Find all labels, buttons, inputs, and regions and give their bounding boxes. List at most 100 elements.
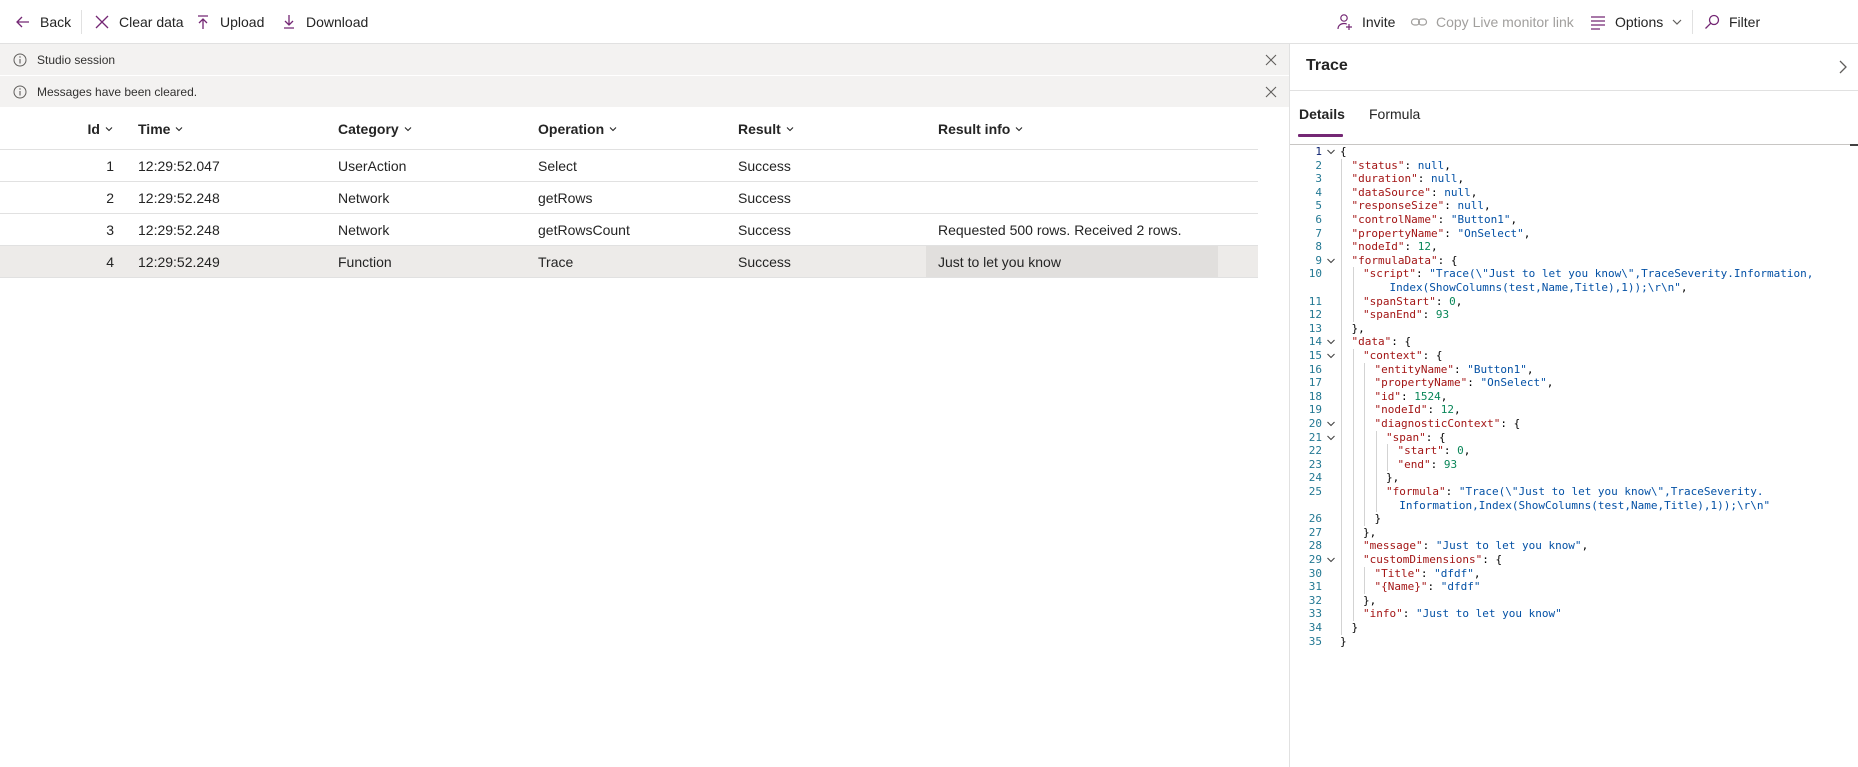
line-number: 26 — [1308, 512, 1322, 526]
download-button[interactable]: Download — [280, 0, 368, 44]
indent-guide — [1352, 349, 1354, 363]
column-header-time[interactable]: Time — [138, 108, 298, 150]
tab-formula[interactable]: Formula — [1369, 106, 1420, 136]
indent-guide — [1341, 553, 1342, 567]
upload-label: Upload — [220, 14, 265, 30]
indent-guide — [1352, 417, 1354, 431]
code-line: 28 "message": "Just to let you know", — [1290, 539, 1858, 553]
indent-guide — [1352, 593, 1354, 608]
line-number: 10 — [1308, 267, 1322, 281]
code-text: "Title": "dfdf", — [1374, 566, 1481, 580]
column-header-category[interactable]: Category — [338, 108, 498, 150]
code-text: "nodeId": 12, — [1351, 240, 1438, 254]
code-scroll-indicator — [1850, 144, 1858, 146]
code-text: "end": 93 — [1397, 457, 1458, 471]
code-text: "status": null, — [1351, 158, 1451, 172]
table-row[interactable]: 3 12:29:52.248 Network getRowsCount Succ… — [0, 214, 1258, 246]
indent-guide — [1364, 362, 1365, 377]
code-text: "propertyName": "OnSelect", — [1374, 376, 1554, 390]
indent-guide — [1341, 593, 1342, 608]
cell-operation: Select — [538, 157, 577, 174]
indent-guide — [1352, 444, 1354, 458]
code-line: Index(ShowColumns(test,Name,Title),1));\… — [1290, 281, 1858, 295]
code-text: "start": 0, — [1397, 444, 1471, 458]
filter-button[interactable]: Filter — [1703, 0, 1760, 44]
indent-guide — [1341, 457, 1342, 472]
code-text: "script": "Trace(\"Just to let you know\… — [1363, 267, 1814, 281]
fold-chevron-icon[interactable] — [1326, 256, 1336, 266]
table-row[interactable]: 1 12:29:52.047 UserAction Select Success — [0, 150, 1258, 182]
json-code-viewer[interactable]: 1{2 "status": null, 3 "duration": null, 4 "da… — [1290, 144, 1858, 767]
toolbar-divider — [1692, 10, 1693, 34]
indent-guide — [1341, 621, 1342, 635]
indent-guide — [1352, 498, 1354, 513]
fold-chevron-icon[interactable] — [1326, 351, 1336, 361]
code-line: 11 "spanStart": 0, — [1290, 294, 1858, 309]
fold-chevron-icon[interactable] — [1326, 337, 1336, 347]
indent-guide — [1341, 158, 1342, 173]
table-row-selected[interactable]: 4 12:29:52.249 Function Trace Success Ju… — [0, 246, 1258, 278]
indent-guide — [1341, 308, 1342, 322]
code-text: "entityName": "Button1", — [1374, 362, 1534, 376]
search-icon — [1703, 13, 1721, 31]
indent-guide — [1352, 376, 1354, 390]
chevron-down-icon — [1014, 124, 1024, 134]
indent-guide — [1341, 267, 1342, 281]
indent-guide — [1341, 403, 1342, 417]
column-header-operation[interactable]: Operation — [538, 108, 698, 150]
close-icon[interactable] — [1264, 53, 1278, 67]
info-icon — [13, 85, 27, 99]
cell-result: Success — [738, 253, 791, 270]
cell-category: Network — [338, 221, 390, 238]
column-header-label: Category — [338, 121, 399, 137]
line-number: 9 — [1315, 253, 1322, 267]
info-icon — [13, 53, 27, 67]
copy-live-monitor-link-button[interactable]: Copy Live monitor link — [1410, 0, 1574, 44]
close-icon[interactable] — [1264, 85, 1278, 99]
line-number: 16 — [1308, 362, 1322, 376]
fold-chevron-icon[interactable] — [1326, 419, 1336, 429]
table-row[interactable]: 2 12:29:52.248 Network getRows Success — [0, 182, 1258, 214]
tab-details[interactable]: Details — [1299, 106, 1345, 136]
line-number: 25 — [1308, 485, 1322, 498]
indent-guide — [1364, 471, 1365, 485]
person-add-icon — [1336, 13, 1354, 31]
code-line: 20 "diagnosticContext": { — [1290, 417, 1858, 431]
chevron-right-icon[interactable] — [1835, 59, 1851, 75]
indent-guide — [1364, 566, 1365, 581]
code-line: 5 "responseSize": null, — [1290, 199, 1858, 213]
code-text: "formula": "Trace(\"Just to let you know… — [1386, 485, 1764, 498]
cell-result: Success — [738, 189, 791, 206]
cell-category: Network — [338, 189, 390, 206]
indent-guide — [1341, 362, 1342, 377]
indent-guide — [1364, 580, 1365, 594]
clear-data-button[interactable]: Clear data — [93, 0, 184, 44]
fold-chevron-icon[interactable] — [1326, 555, 1336, 565]
fold-chevron-icon[interactable] — [1326, 147, 1336, 157]
code-text: "controlName": "Button1", — [1351, 213, 1518, 226]
back-button[interactable]: Back — [14, 0, 71, 44]
options-menu-button[interactable]: Options — [1589, 0, 1683, 44]
cell-operation: getRows — [538, 189, 593, 206]
indent-guide — [1352, 281, 1354, 295]
indent-guide — [1352, 553, 1354, 567]
code-line: 17 "propertyName": "OnSelect", — [1290, 376, 1858, 390]
chevron-down-icon — [174, 124, 184, 134]
code-line: 24}, — [1290, 471, 1858, 485]
line-number: 21 — [1308, 430, 1322, 444]
indent-guide — [1341, 417, 1342, 431]
code-line: 15 "context": { — [1290, 349, 1858, 363]
indent-guide — [1341, 607, 1342, 621]
code-text: "span": { — [1386, 430, 1446, 444]
code-line: 3 "duration": null, — [1290, 172, 1858, 186]
line-number: 14 — [1308, 335, 1322, 349]
column-header-id[interactable]: Id — [40, 108, 114, 150]
fold-chevron-icon[interactable] — [1326, 433, 1336, 443]
upload-button[interactable]: Upload — [194, 0, 264, 44]
column-header-result-info[interactable]: Result info — [938, 108, 1178, 150]
code-line: 21 "span": { — [1290, 430, 1858, 445]
indent-guide — [1364, 512, 1365, 526]
column-header-result[interactable]: Result — [738, 108, 898, 150]
invite-button[interactable]: Invite — [1336, 0, 1395, 44]
cell-result-info: Requested 500 rows. Received 2 rows. — [938, 221, 1182, 238]
